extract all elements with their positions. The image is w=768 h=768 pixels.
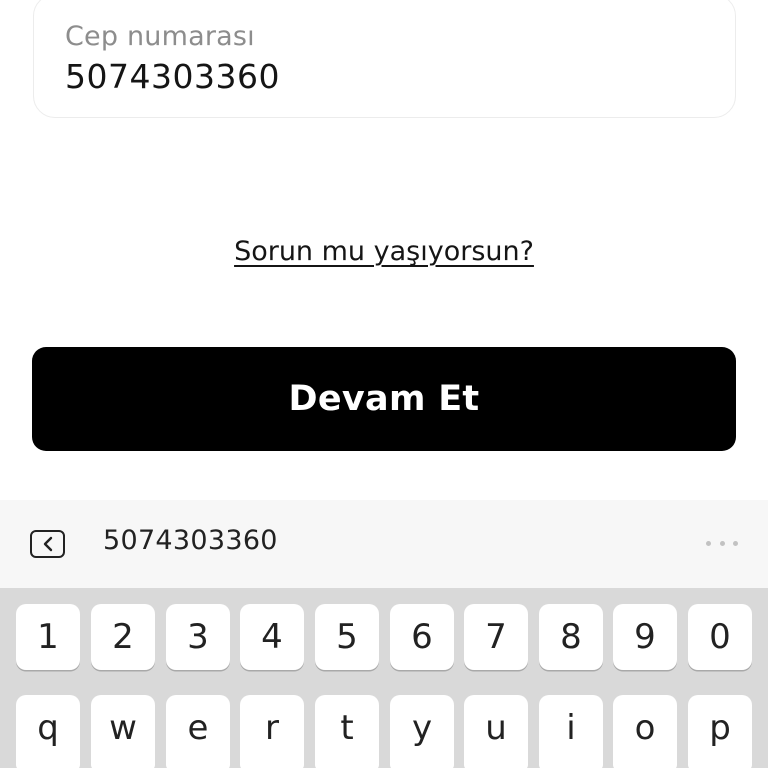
phone-number-label: Cep numarası [65,21,255,52]
key-4[interactable]: 4 [240,604,304,670]
key-w[interactable]: w [91,695,155,768]
key-7[interactable]: 7 [464,604,528,670]
key-e[interactable]: e [166,695,230,768]
key-9[interactable]: 9 [613,604,677,670]
key-6[interactable]: 6 [390,604,454,670]
continue-button[interactable]: Devam Et [32,347,736,451]
key-5[interactable]: 5 [315,604,379,670]
key-3[interactable]: 3 [166,604,230,670]
collapse-keyboard-icon[interactable] [30,530,65,558]
key-q[interactable]: q [16,695,80,768]
key-t[interactable]: t [315,695,379,768]
key-i[interactable]: i [539,695,603,768]
login-screen: Cep numarası 5074303360 Sorun mu yaşıyor… [0,0,768,768]
key-1[interactable]: 1 [16,604,80,670]
suggestion-text[interactable]: 5074303360 [103,525,278,556]
key-o[interactable]: o [613,695,677,768]
key-y[interactable]: y [390,695,454,768]
key-p[interactable]: p [688,695,752,768]
help-link[interactable]: Sorun mu yaşıyorsun? [0,236,768,267]
chevron-left-icon [43,536,52,552]
key-2[interactable]: 2 [91,604,155,670]
key-u[interactable]: u [464,695,528,768]
key-0[interactable]: 0 [688,604,752,670]
keyboard-suggestion-bar: 5074303360 [0,500,768,588]
phone-number-field[interactable]: Cep numarası 5074303360 [33,0,736,118]
key-8[interactable]: 8 [539,604,603,670]
phone-number-value[interactable]: 5074303360 [65,57,280,96]
soft-keyboard: 1 2 3 4 5 6 7 8 9 0 q w e r t y u i o p [0,588,768,768]
key-r[interactable]: r [240,695,304,768]
more-options-icon[interactable] [706,540,738,546]
